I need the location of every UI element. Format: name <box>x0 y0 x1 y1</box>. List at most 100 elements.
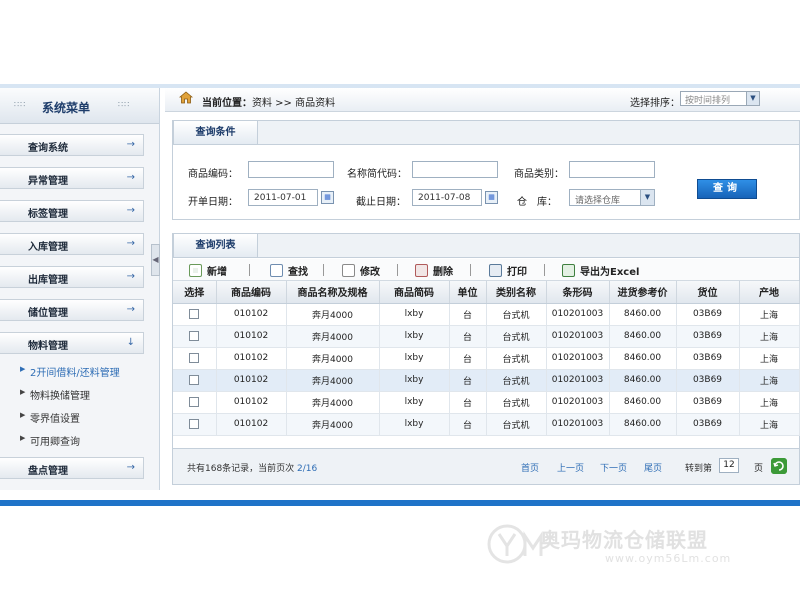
table-cell: 台式机 <box>486 347 547 370</box>
table-row[interactable]: 010102 奔月4000 lxby 台台式机 010201003 8460.00 03B6… <box>173 413 800 436</box>
edit-button[interactable]: 修改 <box>342 263 380 278</box>
submenu-item[interactable]: ▶ 物料换储管理 <box>0 382 159 405</box>
chevron-down-icon[interactable]: ▼ <box>746 92 759 105</box>
table-cell: 8460.00 <box>609 413 677 436</box>
next-page-link[interactable]: 下一页 <box>600 461 627 474</box>
watermark-name: 奥玛物流仓储联盟 <box>540 528 708 552</box>
go-icon[interactable] <box>771 458 787 474</box>
product-code-input[interactable] <box>248 161 334 178</box>
table-cell: 台 <box>449 347 487 370</box>
row-checkbox[interactable] <box>189 330 200 341</box>
watermark-logo <box>487 524 543 564</box>
table-cell: 03B69 <box>676 413 740 436</box>
sidebar-item-5[interactable]: 储位管理 → <box>0 299 144 321</box>
row-checkbox[interactable] <box>189 352 200 363</box>
pagination-bar: 共有168条记录，当前页次 2/16 首页 上一页 下一页 尾页 转到第 12 … <box>173 448 799 484</box>
table-cell: lxby <box>379 347 450 370</box>
start-date-input[interactable]: 2011-07-01 <box>248 189 318 206</box>
delete-button[interactable]: 删除 <box>415 263 453 278</box>
goto-page-input[interactable]: 12 <box>719 458 739 473</box>
table-row[interactable]: 010102 奔月4000 lxby 台台式机 010201003 8460.00 03B6… <box>173 325 800 348</box>
calendar-icon[interactable]: ▦ <box>485 191 498 204</box>
column-header[interactable]: 类别名称 <box>486 281 547 304</box>
sidebar-item-6[interactable]: 物料管理 ↓ <box>0 332 144 354</box>
table-cell: 奔月4000 <box>286 347 380 370</box>
breadcrumb-text: 当前位置：资料 >> 商品资料 <box>202 94 335 109</box>
sidebar-item-1[interactable]: 异常管理 → <box>0 167 144 189</box>
first-page-link[interactable]: 首页 <box>521 461 539 474</box>
sidebar-item-0[interactable]: 查询系统 → <box>0 134 144 156</box>
tab-query-conditions[interactable]: 查询条件 <box>173 120 258 144</box>
column-header[interactable]: 选择 <box>173 281 217 304</box>
warehouse-select[interactable]: 请选择仓库 ▼ <box>569 189 655 206</box>
arrow-right-icon: → <box>126 462 135 473</box>
table-row[interactable]: 010102 奔月4000 lxby 台台式机 010201003 8460.00 03B6… <box>173 347 800 370</box>
bottom-border <box>0 500 800 506</box>
submenu-item[interactable]: ▶ 2开间借料/还料管理 <box>0 359 159 382</box>
sidebar-item-inventory-check[interactable]: 盘点管理 → <box>0 457 144 479</box>
sidebar-item-label: 标签管理 <box>28 209 68 220</box>
sidebar-item-2[interactable]: 标签管理 → <box>0 200 144 222</box>
table-cell: 010201003 <box>546 369 610 392</box>
column-header[interactable]: 商品编码 <box>216 281 287 304</box>
arrow-right-icon: → <box>126 304 135 315</box>
table-cell: 03B69 <box>676 347 740 370</box>
bullet-icon: ▶ <box>20 365 26 373</box>
sort-select[interactable]: 按时间排列 ▼ <box>680 91 760 106</box>
column-header[interactable]: 产地 <box>739 281 800 304</box>
table-row[interactable]: 010102 奔月4000 lxby 台台式机 010201003 8460.00 03B6… <box>173 303 800 326</box>
table-cell: 03B69 <box>676 391 740 414</box>
sidebar-item-4[interactable]: 出库管理 → <box>0 266 144 288</box>
short-code-input[interactable] <box>412 161 498 178</box>
submenu-item[interactable]: ▶ 零界值设置 <box>0 405 159 428</box>
submenu-item[interactable]: ▶ 可用卿查询 <box>0 428 159 451</box>
row-checkbox[interactable] <box>189 374 200 385</box>
toolbar: 新增 查找 修改 删除 打印 导出为Excel <box>173 259 799 281</box>
column-header[interactable]: 货位 <box>676 281 740 304</box>
table-cell: 上海 <box>739 391 800 414</box>
calendar-icon[interactable]: ▦ <box>321 191 334 204</box>
query-button[interactable]: 查询 <box>697 179 757 199</box>
watermark-url: www.oym56Lm.com <box>605 552 732 565</box>
last-page-link[interactable]: 尾页 <box>644 461 662 474</box>
export-label: 导出为Excel <box>580 266 640 278</box>
home-icon[interactable] <box>179 91 193 104</box>
table-cell: 台式机 <box>486 303 547 326</box>
column-header[interactable]: 商品简码 <box>379 281 450 304</box>
row-checkbox[interactable] <box>189 418 200 429</box>
table-cell: 010102 <box>216 413 287 436</box>
chevron-down-icon[interactable]: ▼ <box>640 190 654 205</box>
add-button[interactable]: 新增 <box>189 263 227 278</box>
column-header[interactable]: 条形码 <box>546 281 610 304</box>
category-input[interactable] <box>569 161 655 178</box>
sidebar-collapse-handle[interactable]: ◀ <box>151 244 160 276</box>
excel-icon <box>562 263 575 277</box>
product-code-label: 商品编码： <box>188 169 238 180</box>
find-button[interactable]: 查找 <box>270 263 308 278</box>
add-label: 新增 <box>207 266 227 278</box>
prev-page-link[interactable]: 上一页 <box>557 461 584 474</box>
print-button[interactable]: 打印 <box>489 263 527 278</box>
sidebar-item-3[interactable]: 入库管理 → <box>0 233 144 255</box>
table-cell: 奔月4000 <box>286 325 380 348</box>
column-header[interactable]: 商品名称及规格 <box>286 281 380 304</box>
table-row[interactable]: 010102 奔月4000 lxby 台台式机 010201003 8460.00 03B6… <box>173 369 800 392</box>
breadcrumb-path[interactable]: 资料 >> 商品资料 <box>252 98 335 109</box>
panel-header <box>173 234 799 258</box>
end-date-input[interactable]: 2011-07-08 <box>412 189 482 206</box>
row-checkbox[interactable] <box>189 396 200 407</box>
sidebar-item-label: 入库管理 <box>28 242 68 253</box>
sidebar-item-label: 盘点管理 <box>28 466 68 477</box>
toolbar-divider <box>470 264 471 276</box>
tab-query-list[interactable]: 查询列表 <box>173 233 258 257</box>
sidebar-item-label: 物料管理 <box>28 341 68 352</box>
column-header[interactable]: 进货参考价 <box>609 281 677 304</box>
table-cell: 010201003 <box>546 303 610 326</box>
column-header[interactable]: 单位 <box>449 281 487 304</box>
arrow-right-icon: → <box>126 271 135 282</box>
table-cell: 台 <box>449 325 487 348</box>
category-label: 商品类别： <box>514 169 564 180</box>
export-excel-button[interactable]: 导出为Excel <box>562 263 640 278</box>
row-checkbox[interactable] <box>189 308 200 319</box>
table-row[interactable]: 010102 奔月4000 lxby 台台式机 010201003 8460.00 03B6… <box>173 391 800 414</box>
